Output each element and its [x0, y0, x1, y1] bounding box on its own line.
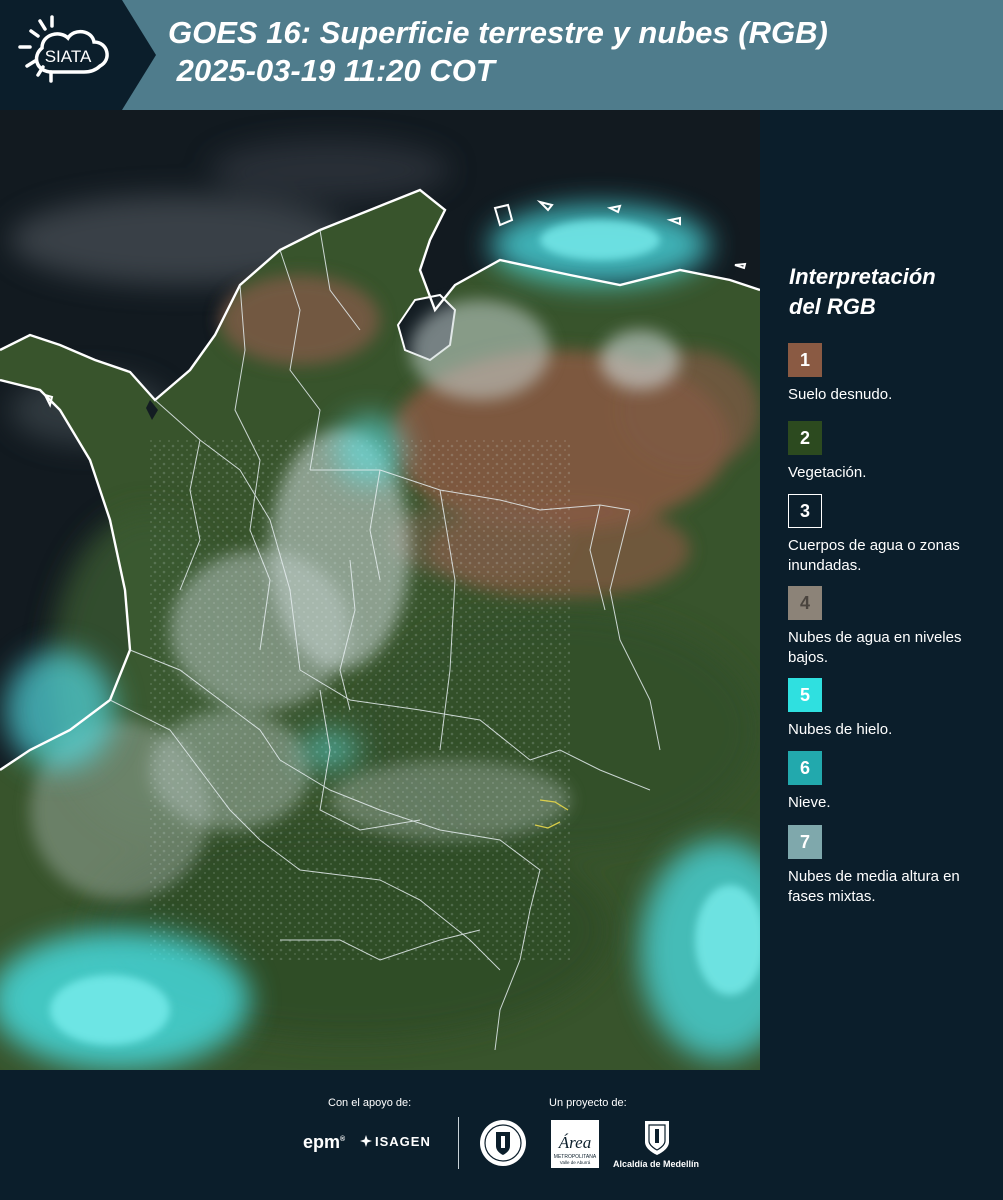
legend-item: 4 Nubes de agua en niveles bajos. — [788, 586, 988, 668]
legend-item: 1 Suelo desnudo. — [788, 343, 988, 405]
epm-logo: epm® — [303, 1132, 346, 1152]
legend-title: Interpretación del RGB — [789, 262, 989, 322]
svg-text:Área: Área — [558, 1133, 591, 1152]
footer: Con el apoyo de: Un proyecto de: epm® IS… — [0, 1070, 1003, 1200]
medellin-seal-icon — [480, 1120, 526, 1166]
legend-label: Nubes de media altura en fases mixtas. — [788, 868, 960, 905]
isagen-icon — [360, 1135, 372, 1147]
header: SIATA GOES 16: Superficie terrestre y nu… — [0, 0, 1003, 110]
area-metropolitana-logo: Área METROPOLITANA Valle de Aburrá — [551, 1120, 599, 1168]
alcaldia-name: Alcaldía de Medellín — [613, 1159, 700, 1169]
legend-label: Nubes de hielo. — [788, 721, 893, 738]
title-line-1: GOES 16: Superficie terrestre y nubes (R… — [168, 15, 828, 50]
legend-label: Nieve. — [788, 794, 831, 811]
alcaldia-shield-icon — [645, 1121, 669, 1155]
isagen-logo: ISAGEN — [360, 1134, 431, 1149]
legend-swatch: 5 — [788, 678, 822, 712]
satellite-image — [0, 110, 760, 1070]
cloud-speckle — [150, 440, 570, 960]
footer-divider — [458, 1117, 459, 1169]
legend-item: 3 Cuerpos de agua o zonas inundadas. — [788, 494, 988, 576]
legend-label: Cuerpos de agua o zonas inundadas. — [788, 537, 960, 574]
satellite-map[interactable] — [0, 110, 760, 1070]
legend-item: 2 Vegetación. — [788, 421, 988, 483]
legend-title-line-2: del RGB — [789, 294, 876, 319]
legend-swatch: 3 — [788, 494, 822, 528]
siata-logo: SIATA — [18, 15, 109, 83]
svg-text:Valle de Aburrá: Valle de Aburrá — [560, 1160, 591, 1165]
legend-item: 5 Nubes de hielo. — [788, 678, 988, 740]
legend-label: Nubes de agua en niveles bajos. — [788, 629, 962, 666]
epm-logo-text: epm — [303, 1132, 341, 1152]
logo-text: SIATA — [45, 47, 92, 66]
legend-title-line-1: Interpretación — [789, 264, 936, 289]
legend-swatch: 2 — [788, 421, 822, 455]
support-label: Con el apoyo de: — [328, 1097, 412, 1109]
legend-swatch: 1 — [788, 343, 822, 377]
legend-swatch: 7 — [788, 825, 822, 859]
legend-swatch: 4 — [788, 586, 822, 620]
project-label: Un proyecto de: — [549, 1097, 627, 1109]
legend-label: Suelo desnudo. — [788, 386, 893, 403]
isagen-logo-text: ISAGEN — [375, 1134, 431, 1149]
page-title: GOES 16: Superficie terrestre y nubes (R… — [168, 14, 828, 90]
legend-swatch: 6 — [788, 751, 822, 785]
legend-label: Vegetación. — [788, 464, 867, 481]
legend-item: 7 Nubes de media altura en fases mixtas. — [788, 825, 988, 907]
legend-item: 6 Nieve. — [788, 751, 988, 813]
title-line-2: 2025-03-19 11:20 COT — [168, 53, 495, 88]
